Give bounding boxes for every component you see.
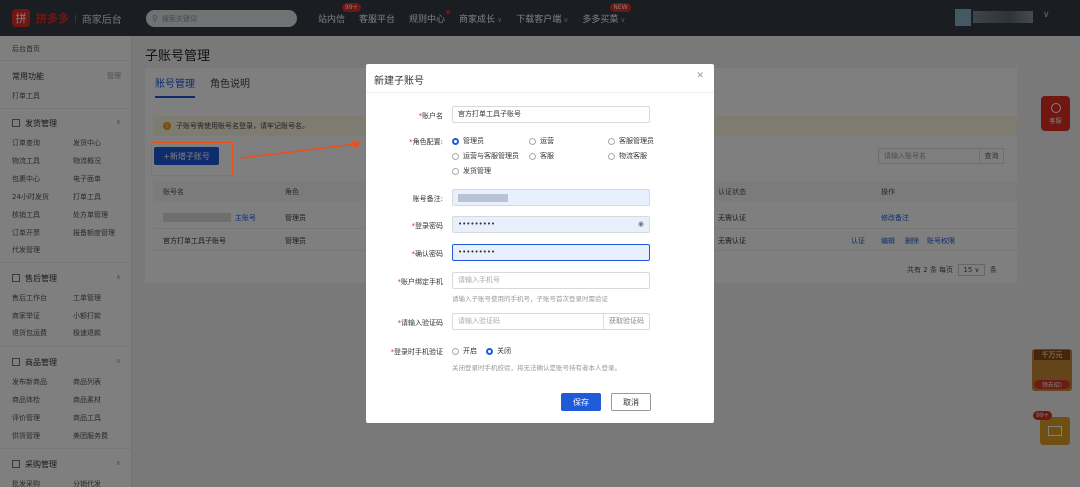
verification-code-input[interactable]: 请输入验证码 获取验证码 xyxy=(452,313,650,330)
radio-label: 物流客服 xyxy=(619,152,647,160)
radio-label: 管理员 xyxy=(463,137,484,145)
divider xyxy=(366,92,714,93)
radio-icon xyxy=(452,152,459,160)
annotation-highlight-box xyxy=(151,142,233,176)
radio-icon xyxy=(529,137,536,145)
role-radio-shipping[interactable]: 发货管理 xyxy=(452,166,491,176)
radio-label: 客服 xyxy=(540,152,554,160)
annotation-arrow xyxy=(239,140,362,159)
account-note-input[interactable] xyxy=(452,189,650,206)
eye-icon[interactable]: ◉ xyxy=(638,217,644,232)
radio-icon xyxy=(452,347,459,355)
cancel-button[interactable]: 取消 xyxy=(611,393,651,411)
dialog-title: 新建子账号 xyxy=(374,76,424,87)
role-config-label: *角色配置: xyxy=(409,138,443,146)
code-placeholder: 请输入验证码 xyxy=(458,317,500,325)
account-note-label: 账号备注: xyxy=(412,195,443,203)
phone-hint: 请输入子账号使用的手机号，子账号首次登录时需验证 xyxy=(452,295,608,303)
note-blurred xyxy=(458,194,508,202)
phone-input[interactable]: 请输入手机号 xyxy=(452,272,650,289)
radio-icon xyxy=(608,152,615,160)
account-name-input[interactable]: 官方打单工具子账号 xyxy=(452,106,650,123)
login-verify-label: *登录时手机验证 xyxy=(390,348,444,356)
radio-selected-icon xyxy=(452,137,459,145)
role-radio-cs[interactable]: 客服 xyxy=(529,151,554,161)
radio-label: 客服管理员 xyxy=(619,137,654,145)
verify-on-radio[interactable]: 开启 xyxy=(452,346,477,356)
phone-label: *账户绑定手机 xyxy=(397,278,444,286)
radio-icon xyxy=(529,152,536,160)
radio-icon xyxy=(452,167,459,175)
radio-label: 关闭 xyxy=(497,347,511,355)
code-label: *请输入验证码 xyxy=(397,319,444,327)
radio-icon xyxy=(608,137,615,145)
account-name-label: *账户名 xyxy=(418,112,444,120)
confirm-password-input[interactable]: ••••••••• xyxy=(452,244,650,261)
verify-off-radio[interactable]: 关闭 xyxy=(486,346,511,356)
radio-label: 运营与客服管理员 xyxy=(463,152,519,160)
verify-hint: 关闭登录时手机校验，将无法确认是账号持有者本人登录。 xyxy=(452,364,621,372)
radio-label: 运营 xyxy=(540,137,554,145)
role-radio-operation[interactable]: 运营 xyxy=(529,136,554,146)
radio-label: 发货管理 xyxy=(463,167,491,175)
role-radio-cs-admin[interactable]: 客服管理员 xyxy=(608,136,654,146)
save-button[interactable]: 保存 xyxy=(561,393,601,411)
password-value: ••••••••• xyxy=(458,220,496,228)
password-label: *登录密码 xyxy=(411,222,444,230)
role-radio-admin[interactable]: 管理员 xyxy=(452,136,484,146)
radio-label: 开启 xyxy=(463,347,477,355)
role-radio-op-cs-admin[interactable]: 运营与客服管理员 xyxy=(452,151,519,161)
get-code-button[interactable]: 获取验证码 xyxy=(603,314,644,329)
password-input[interactable]: ••••••••• ◉ xyxy=(452,216,650,233)
confirm-password-label: *确认密码 xyxy=(411,250,444,258)
role-radio-logistics-cs[interactable]: 物流客服 xyxy=(608,151,647,161)
new-subaccount-dialog: 新建子账号 ✕ *账户名 官方打单工具子账号 *角色配置: 管理员 运营 客服管… xyxy=(366,64,714,423)
radio-selected-icon xyxy=(486,347,493,355)
close-icon[interactable]: ✕ xyxy=(696,71,704,81)
